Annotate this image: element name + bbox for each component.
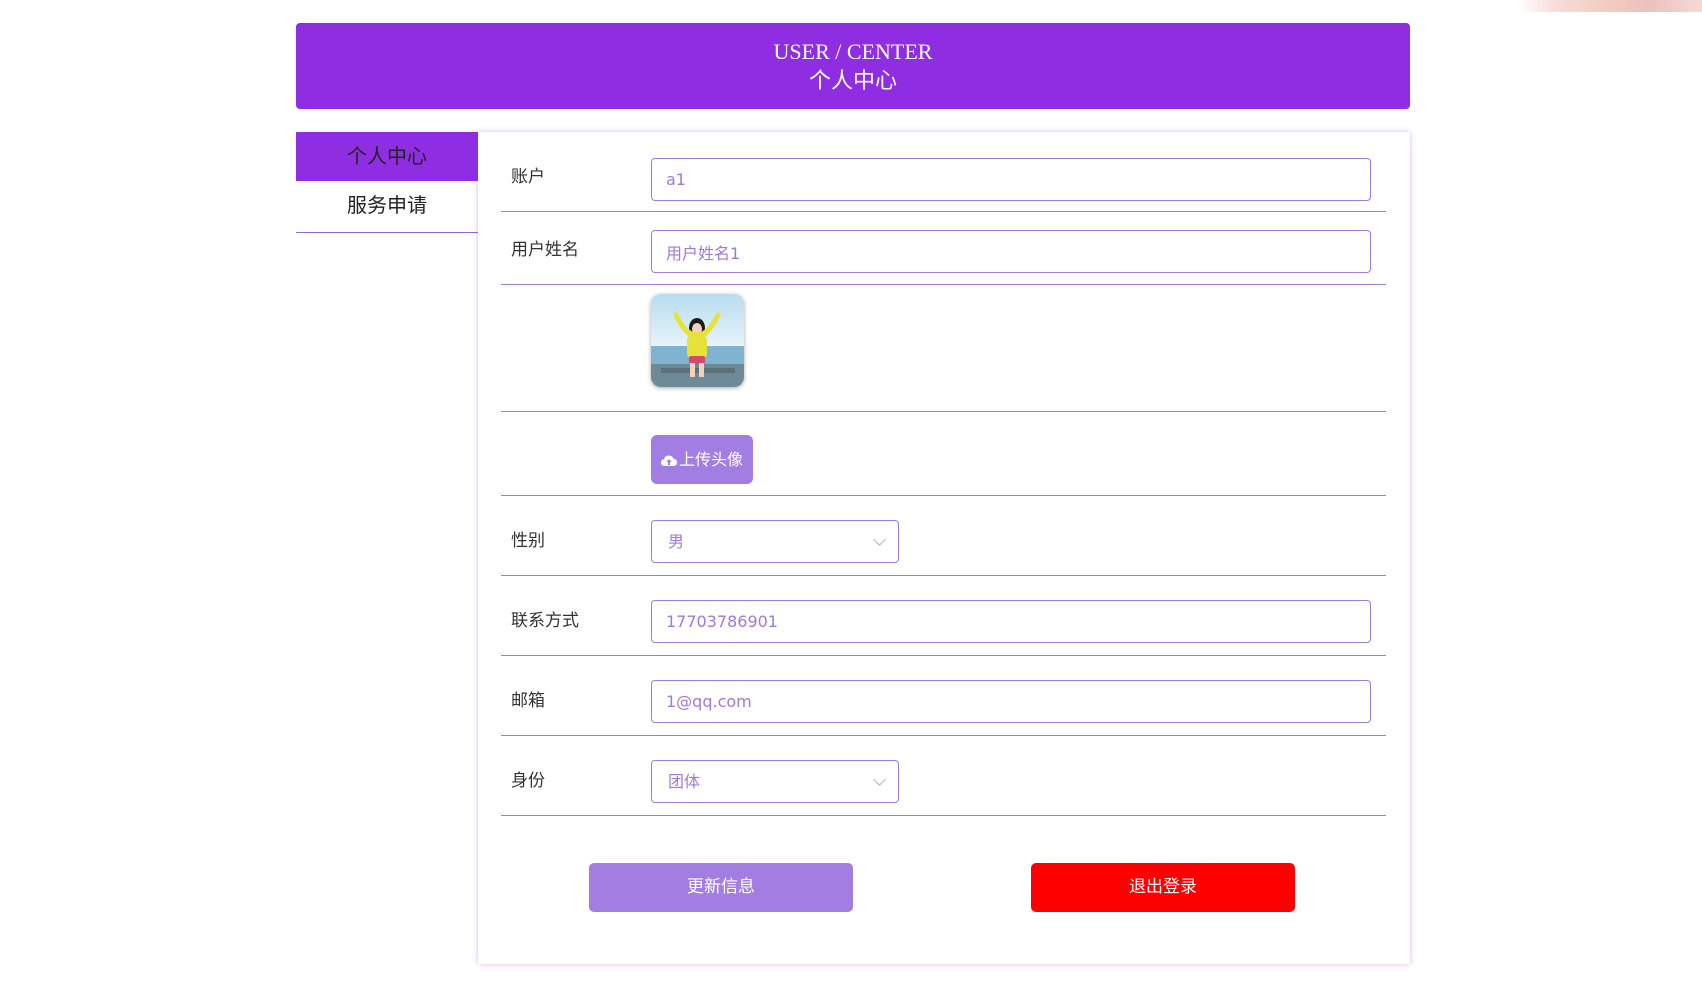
update-info-label: 更新信息 <box>687 877 755 897</box>
sidebar: 个人中心 服务申请 <box>296 132 478 233</box>
cloud-upload-icon <box>660 455 677 466</box>
chevron-down-icon <box>873 773 886 786</box>
update-info-button[interactable]: 更新信息 <box>589 863 853 912</box>
sidebar-item-personal-center[interactable]: 个人中心 <box>296 132 478 181</box>
identity-select[interactable]: 团体 <box>651 760 899 803</box>
sidebar-item-label: 个人中心 <box>347 144 427 168</box>
profile-form-card: 账户 用户姓名 <box>478 132 1410 964</box>
avatar <box>651 294 744 387</box>
header-title-en: USER / CENTER <box>773 39 933 64</box>
sidebar-divider <box>296 232 478 233</box>
gender-select[interactable]: 男 <box>651 520 899 563</box>
account-row: 账户 <box>501 132 1386 212</box>
account-label: 账户 <box>511 167 545 187</box>
chevron-down-icon <box>873 533 886 546</box>
email-row: 邮箱 <box>501 656 1386 736</box>
identity-selected-value: 团体 <box>668 772 701 791</box>
upload-avatar-label: 上传头像 <box>678 450 743 469</box>
identity-label: 身份 <box>511 771 545 791</box>
email-label: 邮箱 <box>511 691 545 711</box>
decorative-flower-banner <box>1518 0 1702 12</box>
identity-row: 身份 团体 <box>501 736 1386 816</box>
phone-row: 联系方式 <box>501 576 1386 656</box>
sidebar-item-label: 服务申请 <box>347 193 427 217</box>
username-input[interactable] <box>651 230 1371 273</box>
email-input[interactable] <box>651 680 1371 723</box>
avatar-photo <box>651 294 744 387</box>
upload-row: 上传头像 <box>501 412 1386 496</box>
page-header: USER / CENTER 个人中心 <box>296 23 1410 109</box>
account-input[interactable] <box>651 158 1371 201</box>
gender-label: 性别 <box>511 531 545 551</box>
gender-row: 性别 男 <box>501 496 1386 576</box>
logout-button[interactable]: 退出登录 <box>1031 863 1295 912</box>
phone-input[interactable] <box>651 600 1371 643</box>
header-title-zh: 个人中心 <box>808 69 897 94</box>
avatar-row <box>501 285 1386 412</box>
username-label: 用户姓名 <box>511 240 579 260</box>
logout-label: 退出登录 <box>1129 877 1197 897</box>
gender-selected-value: 男 <box>668 532 685 551</box>
sidebar-item-service-application[interactable]: 服务申请 <box>296 181 478 230</box>
username-row: 用户姓名 <box>501 212 1386 285</box>
upload-avatar-button[interactable]: 上传头像 <box>651 435 753 484</box>
phone-label: 联系方式 <box>511 611 579 631</box>
